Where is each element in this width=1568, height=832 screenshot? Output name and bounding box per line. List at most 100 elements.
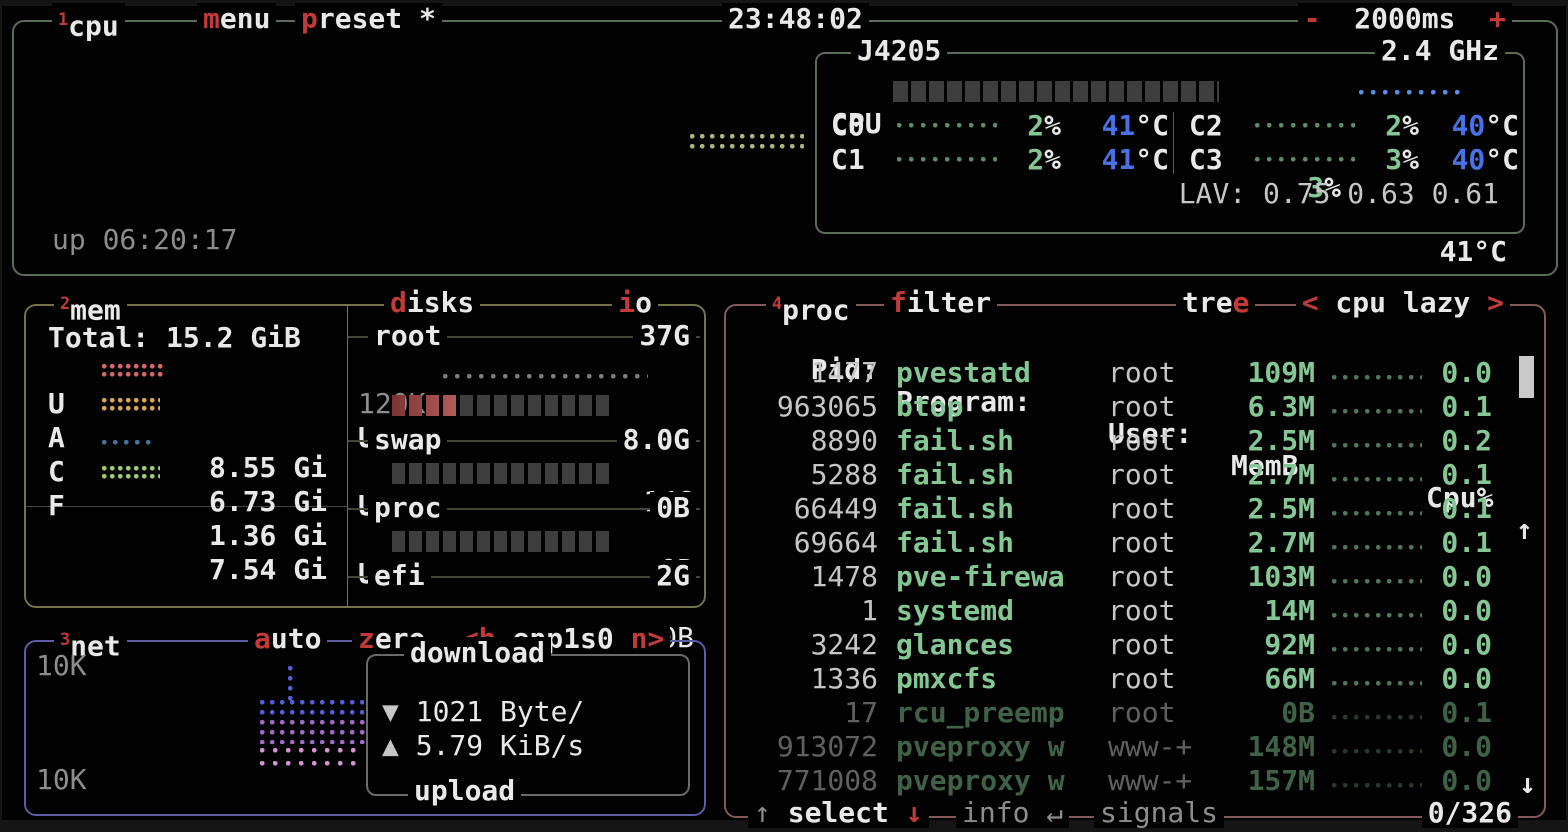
proc-cpu: 0.0 [1416,356,1492,390]
proc-cpu-graph [1332,443,1422,451]
proc-mem: 103M [1231,560,1315,594]
upload-arrow-icon: ▲ [382,729,399,762]
proc-row[interactable]: 17rcu_preemproot0B0.1 [726,696,1518,730]
disk-io-graph [443,374,648,380]
proc-user: www-+ [1108,730,1192,764]
select-down-icon[interactable]: ↓ [906,796,923,829]
mem-hotkey: 2 [60,293,70,313]
proc-cpu: 0.0 [1416,594,1492,628]
upload-label: upload [408,776,521,806]
next-interface-button[interactable]: n> [614,622,665,655]
sort-prev-button[interactable]: < [1302,286,1319,319]
interval-increase-button[interactable]: + [1489,2,1506,35]
proc-cpu-graph [1332,579,1422,587]
menu-button[interactable]: menu [197,3,276,35]
proc-program: pveproxy w [896,730,1065,764]
proc-cpu-graph [1332,715,1422,723]
sort-next-button[interactable]: > [1487,286,1504,319]
proc-row[interactable]: 913072pveproxy wwww-+148M0.0 [726,730,1518,764]
proc-row[interactable]: 8890fail.shroot2.5M0.2 [726,424,1518,458]
info-control[interactable]: info ↵ [956,798,1069,828]
proc-user: root [1108,424,1175,458]
proc-cpu-graph [1332,409,1422,417]
core-row-c1: C1 2% 41°C [831,144,1169,176]
net-scale-top: 10K [36,650,87,682]
proc-row[interactable]: 5288fail.shroot2.7M0.1 [726,458,1518,492]
clock: 23:48:02 [722,3,869,35]
core-graph [1255,123,1355,131]
disk-root-io-row: 120K [348,356,704,388]
proc-table-body: 1477pvestatdroot109M0.0963065btoproot6.3… [726,356,1518,798]
disk-swap-title: swap 8.0G [348,424,704,456]
tab-proc[interactable]: 4proc [766,287,856,326]
disk-efi-title: efi 2G [348,560,704,592]
proc-cpu: 0.0 [1416,628,1492,662]
proc-pid: 1477 [726,356,878,390]
disk-proc-used-row: U 0B [348,526,704,558]
select-control[interactable]: ↑ select ↓ [748,798,929,828]
proc-mem: 92M [1231,628,1315,662]
proc-user: root [1108,356,1175,390]
mem-row-free: F 7.54 Gi [26,458,347,490]
net-scale-bottom: 10K [36,764,87,796]
proc-mem: 66M [1231,662,1315,696]
proc-cpu: 0.1 [1416,696,1492,730]
proc-row[interactable]: 1336pmxcfsroot66M0.0 [726,662,1518,696]
download-label: download [404,637,551,669]
proc-mem: 2.7M [1231,458,1315,492]
proc-program: systemd [896,594,1014,628]
proc-user: root [1108,628,1175,662]
proc-mem: 2.5M [1231,424,1315,458]
core-row-c3: C3 3% 40°C [1189,144,1519,176]
proc-row[interactable]: 1477pvestatdroot109M0.0 [726,356,1518,390]
proc-cpu: 0.0 [1416,662,1492,696]
proc-cpu-graph [1332,783,1422,791]
proc-pid: 1 [726,594,878,628]
net-upload-graph [260,720,368,744]
proc-row[interactable]: 1478pve-firewaroot103M0.0 [726,560,1518,594]
tree-toggle[interactable]: tree [1176,287,1255,319]
scroll-up-icon[interactable]: ↑ [1516,514,1533,546]
net-box: 3net auto zero <b enp1s0 n> 10K 10K down… [24,640,706,816]
interval-decrease-button[interactable]: - [1304,2,1321,35]
proc-row[interactable]: 66449fail.shroot2.5M0.1 [726,492,1518,526]
load-average: LAV: 0.75 0.63 0.61 [1179,178,1499,210]
proc-hotkey: 4 [772,293,782,313]
scroll-down-icon[interactable]: ↓ [1519,768,1536,800]
proc-cpu: 0.0 [1416,730,1492,764]
filter-button[interactable]: filter [884,287,997,319]
proc-row[interactable]: 963065btoproot6.3M0.1 [726,390,1518,424]
core-label: C1 [831,144,865,176]
update-interval: - 2000ms + [1298,3,1512,35]
proc-mem: 109M [1231,356,1315,390]
proc-pid: 8890 [726,424,878,458]
proc-user: root [1108,594,1175,628]
proc-cpu: 0.0 [1416,764,1492,798]
cpu-total-row: CPU 3% 41°C [831,76,1509,108]
tab-cpu[interactable]: 1cpu [52,3,125,42]
core-graph [897,123,997,131]
terminal-background: 1cpu menu preset * 23:48:02 - 2000ms + u… [2,6,1566,820]
disk-swap-used-row: U 0B [348,458,704,490]
signals-control[interactable]: signals [1094,798,1224,828]
net-upload-graph-light [260,748,364,770]
upload-rate: ▲ 5.79 KiB/s [382,730,584,762]
disk-proc-title: proc 0B [348,492,704,524]
proc-scrollbar[interactable] [1519,356,1534,398]
cpu-frequency: 2.4 GHz [1375,35,1505,67]
proc-row[interactable]: 3242glancesroot92M0.0 [726,628,1518,662]
net-auto-toggle[interactable]: auto [248,623,327,655]
proc-program: fail.sh [896,526,1014,560]
download-rate: ▼ 1021 Byte/ [382,696,584,728]
proc-mem: 2.5M [1231,492,1315,526]
proc-user: www-+ [1108,764,1192,798]
proc-program: fail.sh [896,424,1014,458]
proc-cpu: 0.0 [1416,560,1492,594]
cpu-history-graph [690,134,804,154]
proc-row[interactable]: 771008pveproxy wwww-+157M0.0 [726,764,1518,798]
proc-row[interactable]: 69664fail.shroot2.7M0.1 [726,526,1518,560]
preset-button[interactable]: preset * [295,3,442,35]
select-up-icon[interactable]: ↑ [754,796,771,829]
proc-row[interactable]: 1systemdroot14M0.0 [726,594,1518,628]
cpu-box: 1cpu menu preset * 23:48:02 - 2000ms + u… [12,20,1558,276]
